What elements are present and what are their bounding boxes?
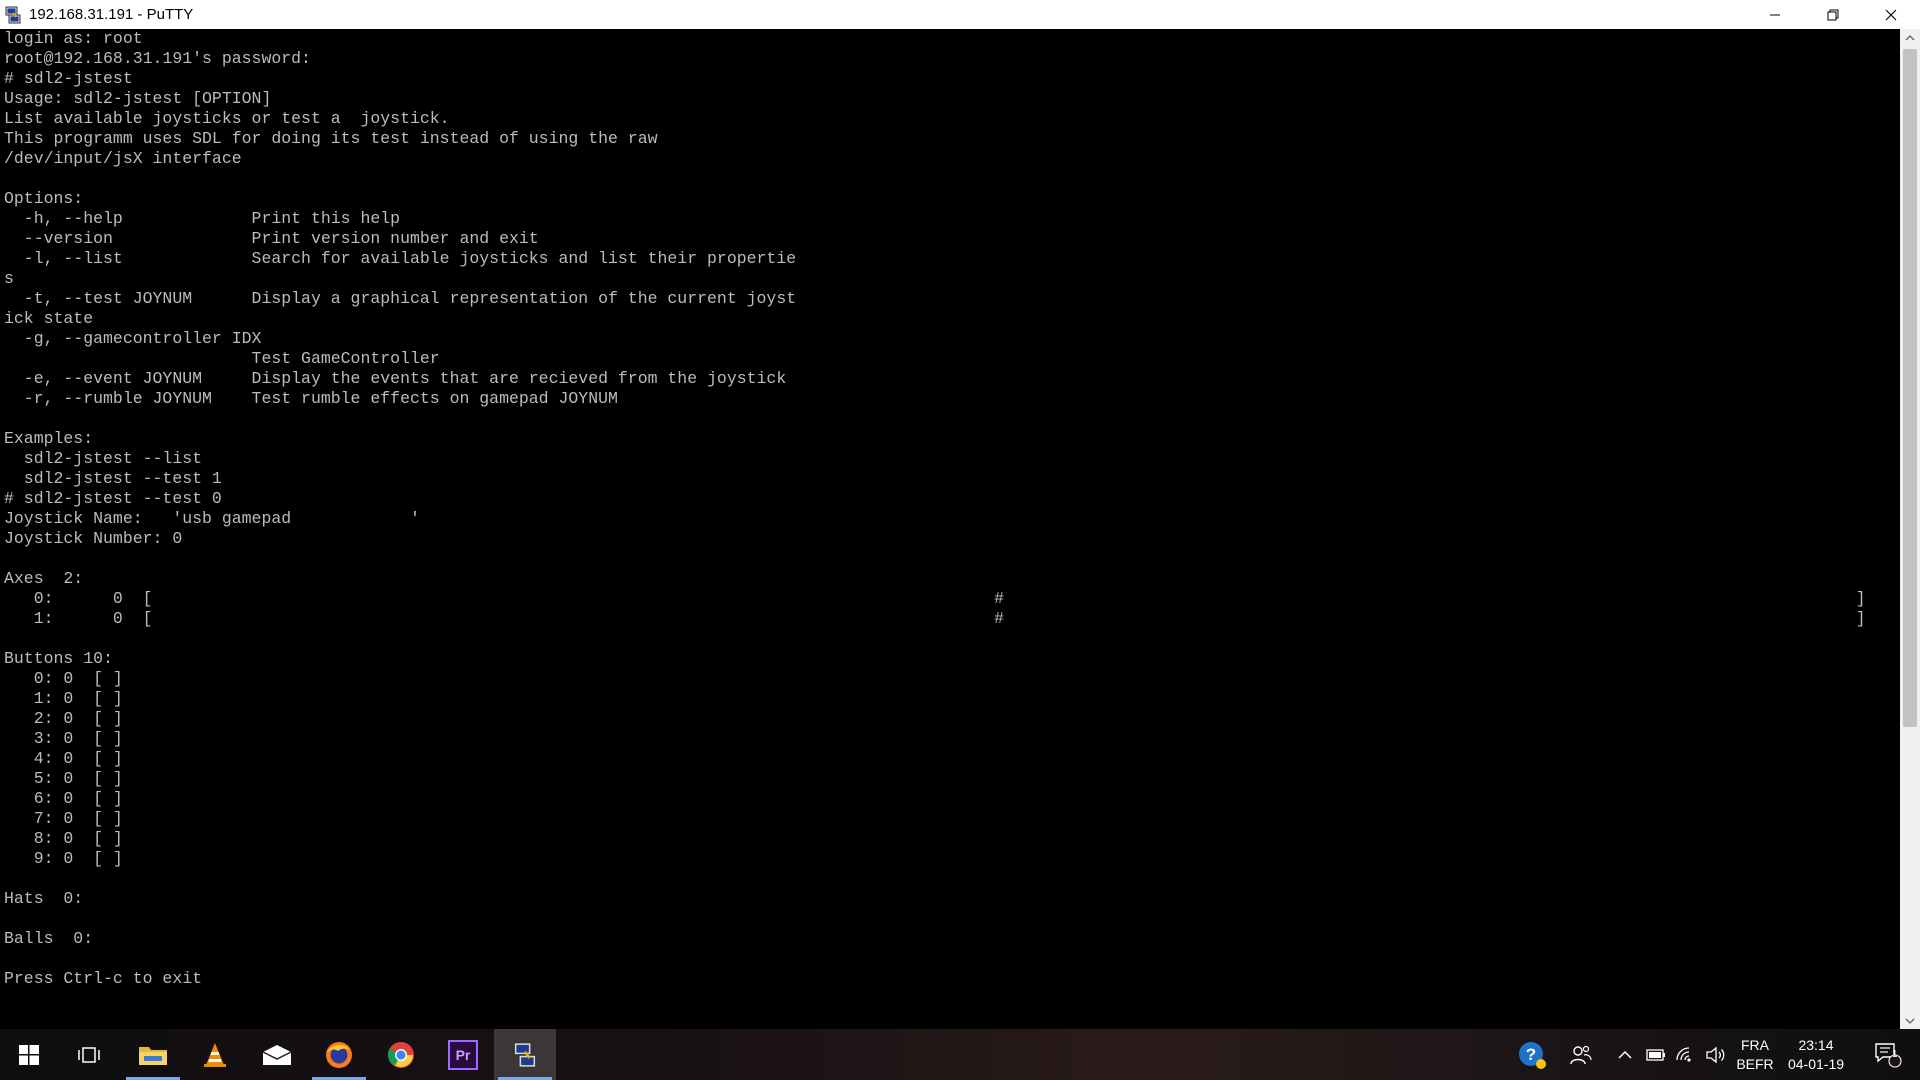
terminal-line: sdl2-jstest --list bbox=[4, 449, 203, 468]
terminal-line: s bbox=[4, 269, 14, 288]
terminal-line: 0: 0 [ # ] bbox=[4, 589, 1866, 608]
svg-text:?: ? bbox=[1526, 1045, 1536, 1064]
terminal-line: Buttons 10: bbox=[4, 649, 113, 668]
terminal-line: Axes 2: bbox=[4, 569, 84, 588]
terminal-line: 4: 0 [ ] bbox=[4, 749, 123, 768]
putty-button[interactable] bbox=[494, 1029, 556, 1080]
terminal-line: Joystick Name: 'usb gamepad ' bbox=[4, 509, 420, 528]
terminal-line: -l, --list Search for available joystick… bbox=[4, 249, 797, 268]
close-icon bbox=[1885, 9, 1897, 20]
clock-date: 04-01-19 bbox=[1787, 1055, 1845, 1072]
notification-count: 1 bbox=[1892, 1049, 1898, 1060]
mail-button[interactable] bbox=[246, 1029, 308, 1080]
premiere-pro-icon: Pr bbox=[448, 1039, 478, 1070]
terminal-line: 3: 0 [ ] bbox=[4, 729, 123, 748]
terminal-line: Options: bbox=[4, 189, 84, 208]
terminal-line: -r, --rumble JOYNUM Test rumble effects … bbox=[4, 389, 618, 408]
firefox-button[interactable] bbox=[308, 1029, 370, 1080]
vlc-button[interactable] bbox=[184, 1029, 246, 1080]
terminal-line: Balls 0: bbox=[4, 929, 94, 948]
terminal-line: Press Ctrl-c to exit bbox=[4, 969, 203, 988]
language-code: FRA bbox=[1741, 1036, 1769, 1053]
terminal-line: 7: 0 [ ] bbox=[4, 809, 123, 828]
putty-icon[interactable] bbox=[3, 5, 23, 25]
keyboard-layout: BEFR bbox=[1736, 1055, 1774, 1072]
window-titlebar[interactable]: 192.168.31.191 - PuTTY bbox=[0, 0, 1920, 29]
terminal-line: 9: 0 [ ] bbox=[4, 849, 123, 868]
terminal-line: 1: 0 [ # ] bbox=[4, 609, 1866, 628]
close-button[interactable] bbox=[1862, 0, 1920, 29]
task-view-button[interactable] bbox=[58, 1029, 120, 1080]
terminal-line: -h, --help Print this help bbox=[4, 209, 401, 228]
terminal-line: This programm uses SDL for doing its tes… bbox=[4, 129, 658, 148]
restore-icon bbox=[1827, 9, 1839, 20]
premiere-label: Pr bbox=[455, 1046, 471, 1063]
input-language-button[interactable]: FRA BEFR bbox=[1732, 1029, 1778, 1080]
terminal-line: 8: 0 [ ] bbox=[4, 829, 123, 848]
wifi-icon bbox=[1676, 1046, 1691, 1062]
terminal-line: Usage: sdl2-jstest [OPTION] bbox=[4, 89, 272, 108]
terminal-line: --version Print version number and exit bbox=[4, 229, 539, 248]
terminal-line: login as: root bbox=[4, 29, 143, 48]
scroll-up-arrow-icon[interactable] bbox=[1900, 29, 1920, 46]
terminal-line: Hats 0: bbox=[4, 889, 84, 908]
terminal-line: 6: 0 [ ] bbox=[4, 789, 123, 808]
battery-button[interactable] bbox=[1642, 1029, 1670, 1080]
people-button[interactable] bbox=[1560, 1029, 1602, 1080]
help-question-icon: ? bbox=[1519, 1041, 1546, 1069]
taskbar: Pr ? FRA BEFR 23:14 04-01-19 1 bbox=[0, 1029, 1920, 1080]
people-icon bbox=[1570, 1045, 1592, 1064]
chevron-up-icon bbox=[1618, 1050, 1632, 1059]
folder-icon bbox=[139, 1046, 167, 1065]
minimize-icon bbox=[1770, 14, 1780, 15]
file-explorer-button[interactable] bbox=[122, 1029, 184, 1080]
terminal-line: List available joysticks or test a joyst… bbox=[4, 109, 450, 128]
terminal-line: Examples: bbox=[4, 429, 94, 448]
wifi-button[interactable] bbox=[1670, 1029, 1700, 1080]
terminal-line: 2: 0 [ ] bbox=[4, 709, 123, 728]
terminal-line: -t, --test JOYNUM Display a graphical re… bbox=[4, 289, 797, 308]
minimize-button[interactable] bbox=[1746, 0, 1804, 29]
action-center-button[interactable]: 1 bbox=[1862, 1029, 1914, 1080]
scrollbar-thumb[interactable] bbox=[1903, 49, 1917, 727]
mail-icon bbox=[262, 1044, 292, 1065]
window-title: 192.168.31.191 - PuTTY bbox=[29, 6, 194, 23]
volume-button[interactable] bbox=[1700, 1029, 1732, 1080]
terminal-line: # sdl2-jstest --test 0 bbox=[4, 489, 222, 508]
speaker-icon bbox=[1706, 1046, 1725, 1063]
terminal-area[interactable]: login as: root root@192.168.31.191's pas… bbox=[0, 29, 1900, 1029]
battery-icon bbox=[1646, 1048, 1665, 1061]
restore-button[interactable] bbox=[1804, 0, 1862, 29]
terminal-line: ick state bbox=[4, 309, 94, 328]
terminal-line: 5: 0 [ ] bbox=[4, 769, 123, 788]
help-button[interactable]: ? bbox=[1510, 1029, 1554, 1080]
vlc-cone-icon bbox=[204, 1042, 226, 1067]
terminal-line: /dev/input/jsX interface bbox=[4, 149, 242, 168]
putty-icon bbox=[513, 1041, 537, 1068]
chrome-button[interactable] bbox=[370, 1029, 432, 1080]
terminal-line: Joystick Number: 0 bbox=[4, 529, 183, 548]
start-button[interactable] bbox=[0, 1029, 58, 1080]
windows-logo-icon bbox=[19, 1044, 39, 1065]
show-hidden-icons-button[interactable] bbox=[1608, 1029, 1642, 1080]
terminal-output: login as: root root@192.168.31.191's pas… bbox=[0, 29, 1900, 989]
terminal-line: root@192.168.31.191's password: bbox=[4, 49, 311, 68]
terminal-line: 0: 0 [ ] bbox=[4, 669, 123, 688]
terminal-line: -g, --gamecontroller IDX bbox=[4, 329, 262, 348]
task-view-icon bbox=[78, 1046, 100, 1063]
chrome-icon bbox=[387, 1041, 414, 1068]
terminal-line: -e, --event JOYNUM Display the events th… bbox=[4, 369, 787, 388]
firefox-icon bbox=[326, 1041, 352, 1068]
scroll-down-arrow-icon[interactable] bbox=[1900, 1012, 1920, 1029]
window-controls bbox=[1746, 0, 1920, 29]
terminal-line: # sdl2-jstest bbox=[4, 69, 133, 88]
terminal-line: sdl2-jstest --test 1 bbox=[4, 469, 222, 488]
terminal-line: Test GameController bbox=[4, 349, 440, 368]
terminal-line: 1: 0 [ ] bbox=[4, 689, 123, 708]
vertical-scrollbar[interactable] bbox=[1900, 29, 1920, 1029]
premiere-button[interactable]: Pr bbox=[432, 1029, 494, 1080]
clock-button[interactable]: 23:14 04-01-19 bbox=[1780, 1029, 1852, 1080]
clock-time: 23:14 bbox=[1798, 1036, 1834, 1053]
